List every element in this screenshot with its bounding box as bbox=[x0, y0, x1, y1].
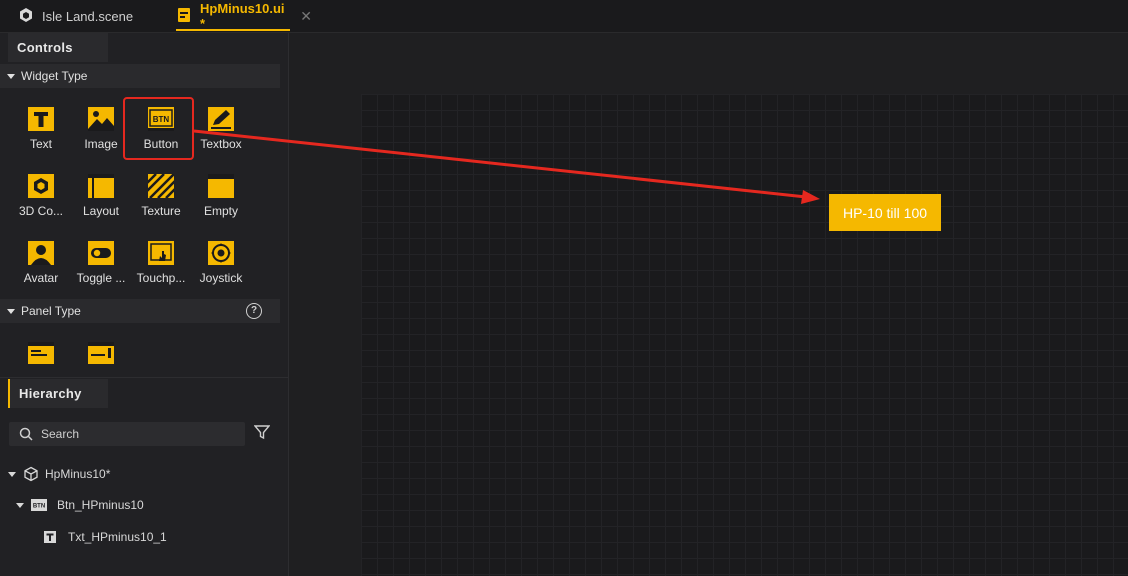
panel-divider bbox=[0, 377, 288, 378]
widget-label: Image bbox=[84, 137, 118, 151]
search-input[interactable]: Search bbox=[9, 422, 245, 446]
widget-label: Avatar bbox=[23, 271, 59, 285]
widget-avatar[interactable]: Avatar bbox=[11, 232, 71, 294]
widget-label: Toggle ... bbox=[76, 271, 126, 285]
collapse-triangle-icon bbox=[7, 73, 15, 79]
collapse-triangle-icon bbox=[7, 308, 15, 314]
tree-item-label: Btn_HPminus10 bbox=[57, 498, 144, 512]
text-widget-icon bbox=[28, 107, 54, 131]
button-highlight-box bbox=[123, 97, 194, 160]
hierarchy-panel-header[interactable]: Hierarchy bbox=[8, 379, 108, 408]
widget-toggle[interactable]: Toggle ... bbox=[71, 232, 131, 294]
tree-item-text[interactable]: Txt_HPminus10_1 bbox=[44, 530, 167, 544]
layout-widget-icon bbox=[88, 174, 114, 198]
panel-scroll-icon[interactable] bbox=[88, 342, 114, 364]
tab-label: HpMinus10.ui * bbox=[200, 1, 285, 31]
widget-empty[interactable]: Empty bbox=[191, 165, 251, 227]
3d-container-icon bbox=[28, 174, 54, 198]
svg-text:BTN: BTN bbox=[33, 504, 45, 510]
tree-item-label: Txt_HPminus10_1 bbox=[68, 530, 167, 544]
widget-label: Text bbox=[29, 137, 52, 151]
section-title: Panel Type bbox=[21, 304, 81, 318]
widget-type-section[interactable]: Widget Type bbox=[0, 64, 280, 88]
tab-isle-land-scene[interactable]: Isle Land.scene bbox=[18, 0, 168, 32]
text-node-icon bbox=[44, 531, 56, 543]
widget-text[interactable]: Text bbox=[11, 98, 71, 160]
empty-widget-icon bbox=[208, 174, 234, 198]
tree-item-label: HpMinus10* bbox=[45, 467, 111, 481]
tab-hpminus10-ui[interactable]: HpMinus10.ui * ✕ bbox=[176, 0, 312, 32]
button-node-icon: BTN bbox=[31, 499, 47, 511]
image-widget-icon bbox=[88, 107, 114, 131]
widget-texture[interactable]: Texture bbox=[131, 165, 191, 227]
tree-item-root[interactable]: HpMinus10* bbox=[8, 466, 110, 482]
widget-3d-container[interactable]: 3D Co... bbox=[11, 165, 71, 227]
widget-label: Touchp... bbox=[136, 271, 186, 285]
widget-image[interactable]: Image bbox=[71, 98, 131, 160]
panel-type-section[interactable]: Panel Type bbox=[0, 299, 280, 323]
widget-label: Texture bbox=[141, 204, 181, 218]
controls-panel-header[interactable]: Controls bbox=[8, 33, 108, 62]
scene-cube-icon bbox=[18, 7, 34, 26]
filter-icon[interactable] bbox=[254, 424, 270, 440]
hp-minus-button[interactable]: HP-10 till 100 bbox=[829, 194, 941, 231]
expand-triangle-icon bbox=[16, 502, 24, 508]
widget-touchpad[interactable]: Touchp... bbox=[131, 232, 191, 294]
search-icon bbox=[19, 427, 33, 441]
panel-basic-icon[interactable] bbox=[28, 342, 54, 364]
widget-label: Joystick bbox=[199, 271, 243, 285]
textbox-widget-icon bbox=[208, 107, 234, 131]
panel-type-list bbox=[0, 330, 288, 377]
cube-outline-icon bbox=[24, 466, 38, 482]
widget-label: Empty bbox=[203, 204, 238, 218]
joystick-widget-icon bbox=[208, 241, 234, 265]
touchpad-widget-icon bbox=[148, 241, 174, 265]
tree-item-button[interactable]: BTN Btn_HPminus10 bbox=[16, 498, 144, 512]
tab-label: Isle Land.scene bbox=[42, 8, 134, 24]
widget-textbox[interactable]: Textbox bbox=[191, 98, 251, 160]
widget-layout[interactable]: Layout bbox=[71, 165, 131, 227]
search-placeholder: Search bbox=[41, 427, 80, 441]
expand-triangle-icon bbox=[8, 471, 16, 477]
widget-label: Layout bbox=[82, 204, 120, 218]
help-icon[interactable]: ? bbox=[246, 303, 262, 319]
widget-label: 3D Co... bbox=[18, 204, 63, 218]
canvas-grid[interactable] bbox=[361, 94, 1128, 576]
close-icon[interactable]: ✕ bbox=[300, 8, 312, 25]
section-title: Widget Type bbox=[21, 69, 88, 83]
toggle-widget-icon bbox=[88, 241, 114, 265]
ui-file-icon bbox=[176, 7, 192, 26]
widget-label: Textbox bbox=[200, 137, 242, 151]
widget-joystick[interactable]: Joystick bbox=[191, 232, 251, 294]
avatar-widget-icon bbox=[28, 241, 54, 265]
editor-tab-bar: Isle Land.scene HpMinus10.ui * ✕ bbox=[0, 0, 1128, 33]
texture-widget-icon bbox=[148, 174, 174, 198]
